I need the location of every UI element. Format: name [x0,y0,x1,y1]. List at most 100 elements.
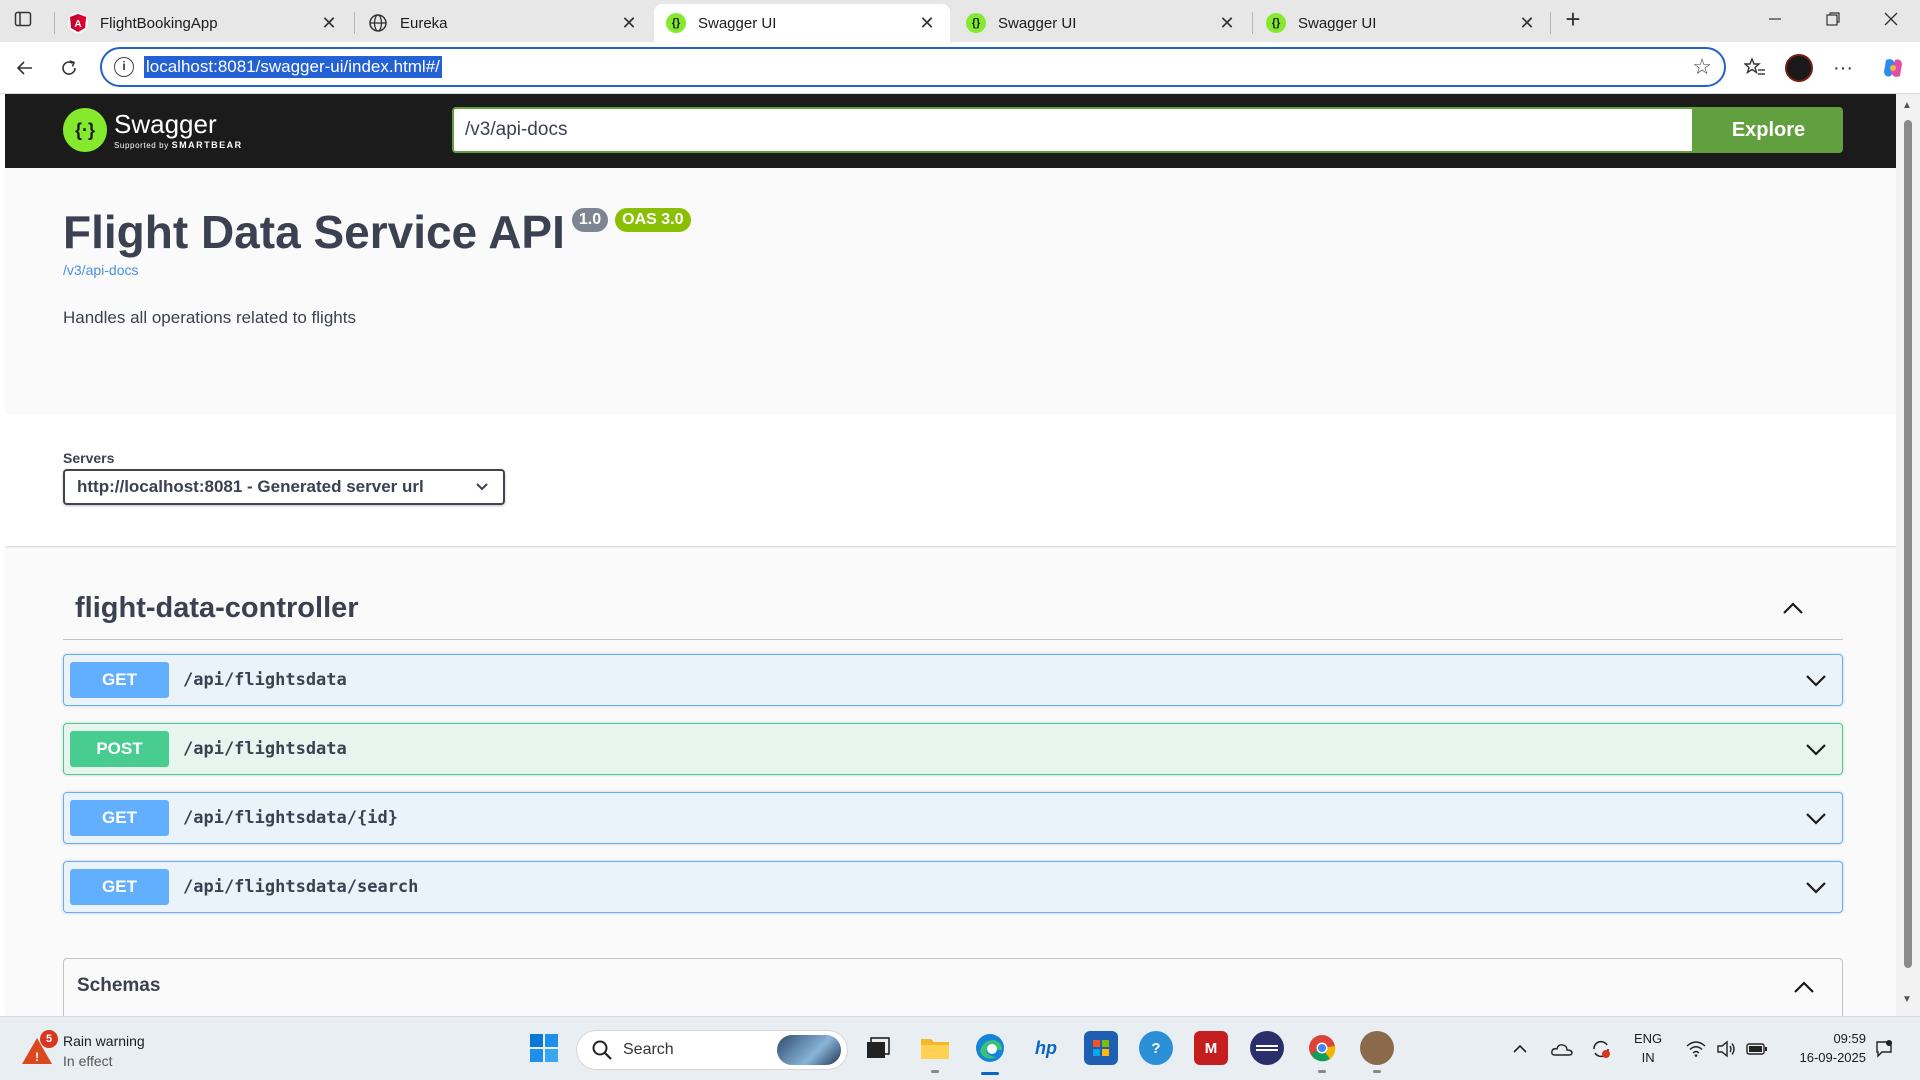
weather-widget[interactable]: ! 5 Rain warning In effect [20,1030,145,1071]
servers-label: Servers [63,450,115,466]
restore-icon[interactable] [1816,2,1850,36]
language-code: ENG [1634,1031,1663,1046]
favorites-icon[interactable] [1738,51,1772,85]
clock-time: 09:59 [1833,1031,1866,1046]
tab-label: Eureka [400,14,448,32]
scroll-down-arrow-icon[interactable]: ▼ [1902,994,1912,1005]
windows-start-icon[interactable] [527,1031,561,1065]
spec-link[interactable]: /v3/api-docs [63,262,691,278]
tab-swagger-ui-active[interactable]: {} Swagger UI ✕ [654,4,950,42]
more-options-icon[interactable]: ··· [1826,51,1860,85]
volume-icon[interactable] [1716,1017,1736,1080]
brand-sub-prefix: Supported by [114,140,169,150]
chevron-up-icon[interactable] [1781,596,1805,620]
tag-header[interactable]: flight-data-controller [63,580,1843,640]
operation-path: /api/flightsdata [183,670,347,690]
api-description: Handles all operations related to flight… [63,308,356,327]
explore-button[interactable]: Explore [1694,107,1843,153]
operation-path: /api/flightsdata/{id} [183,808,398,828]
operation-post-flightsdata[interactable]: POST /api/flightsdata [63,723,1843,775]
close-tab-icon[interactable]: ✕ [1516,13,1538,34]
microsoft-store-icon[interactable] [1084,1031,1118,1065]
operation-get-flightsdata[interactable]: GET /api/flightsdata [63,654,1843,706]
weather-subtitle: In effect [63,1053,113,1069]
copilot-icon[interactable] [1876,51,1910,85]
taskbar-search[interactable]: Search [576,1030,848,1070]
swagger-topbar: {·} Swagger Supported by SMARTBEAR /v3/a… [5,94,1896,168]
tab-label: Swagger UI [698,14,777,32]
chevron-down-icon[interactable] [1804,806,1828,830]
method-badge: GET [70,662,169,698]
swagger-logo-icon: {·} [63,108,107,152]
tab-swagger-ui-2[interactable]: {} Swagger UI ✕ [954,4,1250,42]
api-title: Flight Data Service API [63,206,565,258]
version-badge: 1.0 [571,208,609,232]
brand-sub-company: SMARTBEAR [171,139,243,150]
address-bar[interactable]: i localhost:8081/swagger-ui/index.html#/… [100,47,1726,87]
new-tab-icon[interactable]: + [1556,2,1590,36]
tag-name: flight-data-controller [75,592,359,624]
address-url[interactable]: localhost:8081/swagger-ui/index.html#/ [144,56,442,78]
favorite-star-icon[interactable]: ☆ [1692,54,1712,80]
minimize-icon[interactable] [1758,2,1792,36]
tab-eureka[interactable]: Eureka ✕ [356,4,652,42]
mcafee-icon[interactable]: M [1194,1031,1228,1065]
search-label: Search [623,1041,674,1058]
tab-swagger-ui-3[interactable]: {} Swagger UI ✕ [1254,4,1550,42]
schemas-title: Schemas [77,975,161,996]
page-scrollbar[interactable]: ▲ ▼ [1896,94,1920,1016]
search-icon [591,1039,613,1061]
clock-date: 16-09-2025 [1799,1050,1867,1065]
chevron-down-icon[interactable] [1804,668,1828,692]
notifications-icon[interactable] [1874,1017,1894,1080]
close-tab-icon[interactable]: ✕ [1216,13,1238,34]
help-icon[interactable]: ? [1139,1031,1173,1065]
scroll-up-arrow-icon[interactable]: ▲ [1902,100,1912,111]
task-view-icon[interactable] [861,1031,895,1065]
method-badge: GET [70,869,169,905]
servers-selected-value: http://localhost:8081 - Generated server… [77,477,424,496]
edge-browser-icon[interactable] [973,1031,1007,1075]
tab-label: FlightBookingApp [100,14,218,32]
servers-section: Servers http://localhost:8081 - Generate… [5,414,1896,546]
method-badge: GET [70,800,169,836]
angular-icon: A [68,13,88,33]
chevron-down-icon[interactable] [1804,737,1828,761]
close-tab-icon[interactable]: ✕ [318,13,340,34]
file-explorer-icon[interactable] [918,1031,952,1073]
spec-url-input[interactable]: /v3/api-docs [452,107,1694,153]
operation-path: /api/flightsdata [183,739,347,759]
close-tab-icon[interactable]: ✕ [916,13,938,34]
sync-status-icon[interactable] [1590,1017,1612,1080]
profile-avatar[interactable] [1782,51,1816,85]
battery-icon[interactable] [1746,1017,1768,1080]
hp-icon[interactable]: hp [1029,1031,1063,1065]
page-viewport: {·} Swagger Supported by SMARTBEAR /v3/a… [5,94,1896,1016]
swagger-icon: {} [666,13,686,33]
site-info-icon[interactable]: i [114,57,134,77]
scrollbar-thumb[interactable] [1904,120,1912,968]
chevron-down-icon[interactable] [1804,875,1828,899]
tab-flightbookingapp[interactable]: A FlightBookingApp ✕ [56,4,352,42]
language-indicator[interactable]: ENG IN [1634,1029,1662,1067]
browser-toolbar: i localhost:8081/swagger-ui/index.html#/… [0,42,1920,94]
close-tab-icon[interactable]: ✕ [618,13,640,34]
refresh-icon[interactable] [52,51,86,85]
system-clock[interactable]: 09:59 16-09-2025 [1800,1029,1867,1067]
chevron-up-icon[interactable] [1792,975,1816,999]
operation-get-flightsdata-search[interactable]: GET /api/flightsdata/search [63,861,1843,913]
schemas-section[interactable]: Schemas [63,958,1843,1016]
chrome-icon[interactable] [1305,1031,1339,1073]
sidebar-toggle-icon[interactable] [6,2,40,36]
servers-select[interactable]: http://localhost:8081 - Generated server… [63,469,505,505]
wifi-icon[interactable] [1686,1017,1706,1080]
tray-overflow-icon[interactable] [1512,1017,1528,1080]
back-icon[interactable] [8,51,42,85]
windows-taskbar: ! 5 Rain warning In effect Search hp ? M [0,1016,1920,1080]
app-avatar-icon[interactable] [1360,1031,1394,1073]
close-window-icon[interactable] [1874,2,1908,36]
operation-get-flightsdata-id[interactable]: GET /api/flightsdata/{id} [63,792,1843,844]
eclipse-icon[interactable] [1250,1031,1284,1065]
swagger-logo[interactable]: {·} Swagger Supported by SMARTBEAR [63,108,243,152]
onedrive-sync-icon[interactable] [1550,1017,1574,1080]
